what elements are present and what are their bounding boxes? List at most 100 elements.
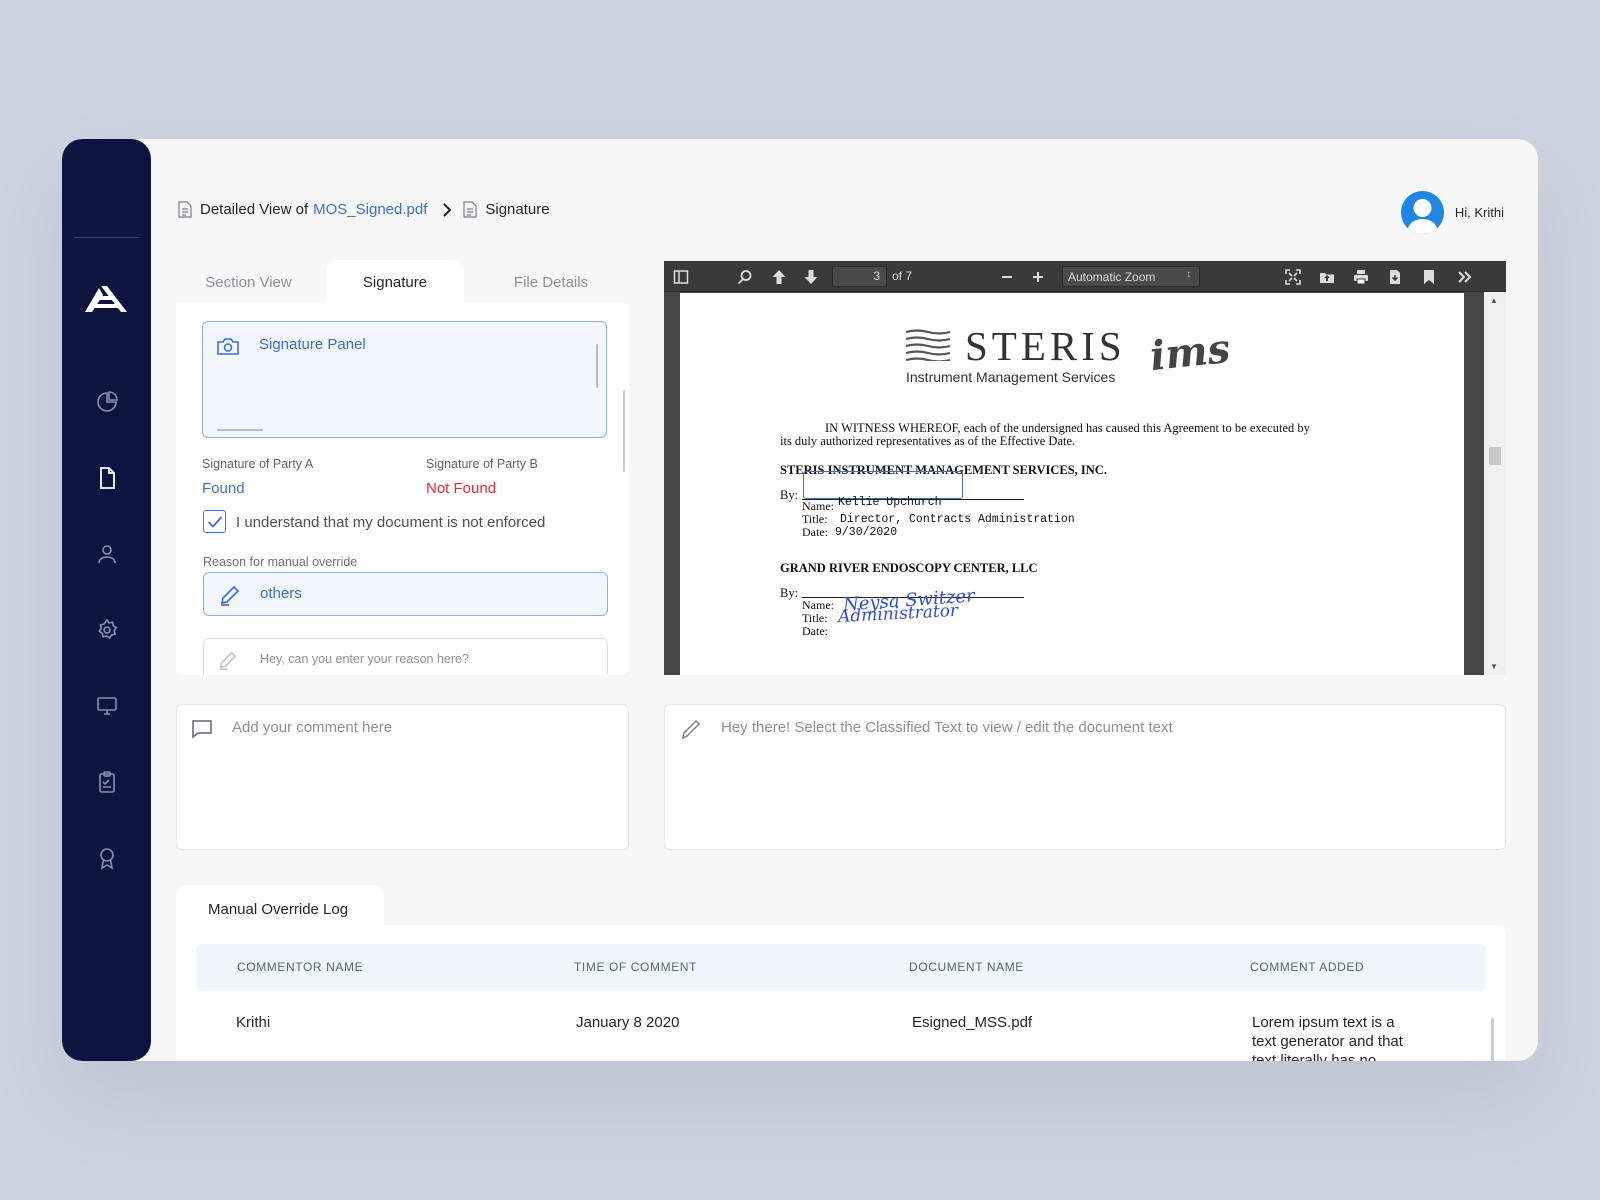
column-header-commentor[interactable]: COMMENTOR NAME (237, 960, 363, 974)
document-text-editor[interactable]: Hey there! Select the Classified Text to… (664, 704, 1506, 850)
bookmark-button[interactable] (1420, 268, 1438, 286)
page-count: of 7 (892, 269, 913, 283)
column-header-comment[interactable]: COMMENT ADDED (1250, 960, 1364, 974)
party-b-status: Not Found (426, 480, 497, 497)
sidebar-item-users[interactable] (94, 541, 120, 567)
avatar[interactable] (1400, 191, 1444, 234)
party-1-name: Kellie Upchurch (838, 496, 942, 509)
open-folder-icon (1320, 273, 1334, 283)
next-page-button[interactable] (802, 268, 820, 286)
zoom-select[interactable]: Automatic Zoom ↕ (1062, 266, 1200, 287)
download-button[interactable] (1386, 268, 1404, 286)
award-icon (100, 848, 114, 870)
scroll-down-icon[interactable]: ▼ (1490, 662, 1498, 671)
breadcrumb-prefix: Detailed View of (200, 201, 309, 218)
app-window: Detailed View of MOS_Signed.pdf Signatur… (62, 139, 1538, 1061)
party-1-by-label: By: (780, 488, 799, 502)
view-tabs: Section View Signature File Details (176, 260, 629, 304)
log-scrollbar[interactable] (1491, 1018, 1494, 1061)
pdf-scroll-thumb[interactable] (1489, 447, 1501, 465)
document-icon (463, 201, 477, 218)
override-log-table: COMMENTOR NAME TIME OF COMMENT DOCUMENT … (176, 925, 1506, 1061)
signature-panel-title: Signature Panel (259, 336, 366, 353)
cell-time: January 8 2020 (576, 1014, 680, 1031)
comment-icon (192, 720, 212, 739)
signature-panel-hscrollbar[interactable] (217, 428, 263, 431)
reason-select[interactable]: others (203, 572, 608, 616)
signature-panel-container: Signature Panel Signature of Party A Fou… (176, 302, 629, 675)
tab-section-view[interactable]: Section View (176, 260, 321, 304)
party-b-label: Signature of Party B (426, 457, 538, 471)
pie-chart-icon (97, 391, 118, 412)
sidebar (62, 139, 151, 1061)
presentation-mode-button[interactable] (1284, 268, 1302, 286)
reason-input[interactable]: Hey, can you enter your reason here? (203, 638, 608, 675)
previous-page-button[interactable] (770, 268, 788, 286)
ims-logo-script: ims (1147, 324, 1233, 381)
not-enforced-checkbox[interactable] (203, 510, 226, 533)
sidebar-item-settings[interactable] (94, 617, 120, 643)
pdf-scrollbar[interactable]: ▲ ▼ (1484, 292, 1506, 675)
document-icon (178, 201, 192, 218)
camera-icon (217, 338, 239, 355)
monitor-icon (97, 697, 117, 715)
chevron-right-icon (443, 202, 452, 217)
tab-file-details[interactable]: File Details (476, 260, 626, 304)
zoom-in-button[interactable] (1029, 268, 1047, 286)
clipboard-icon (99, 771, 115, 793)
app-logo[interactable] (83, 282, 131, 316)
cell-comment-line-2: text generator and that (1252, 1033, 1403, 1050)
override-log-tab[interactable]: Manual Override Log (176, 885, 384, 929)
party-2-date-label: Date: (802, 624, 828, 638)
tools-button[interactable] (1456, 268, 1474, 286)
cell-comment-line-1: Lorem ipsum text is a (1252, 1014, 1395, 1031)
column-header-time[interactable]: TIME OF COMMENT (574, 960, 697, 974)
editor-placeholder: Hey there! Select the Classified Text to… (721, 719, 1173, 736)
search-icon (737, 270, 752, 285)
download-icon (1390, 270, 1400, 284)
minus-icon (1002, 276, 1012, 278)
pencil-icon (220, 585, 240, 606)
sidebar-item-analytics[interactable] (94, 389, 120, 415)
breadcrumb-file-link[interactable]: MOS_Signed.pdf (313, 201, 427, 218)
scroll-up-icon[interactable]: ▲ (1490, 296, 1498, 305)
party-1-title: Director, Contracts Administration (840, 513, 1075, 526)
sidebar-item-documents[interactable] (94, 465, 120, 491)
party-a-status: Found (202, 480, 245, 497)
steris-logo-lines-icon (905, 329, 951, 361)
open-file-button[interactable] (1318, 268, 1336, 286)
party-2-by-label: By: (780, 586, 799, 600)
checkmark-icon (207, 515, 222, 528)
page-number-input[interactable]: 3 (832, 266, 887, 287)
sidebar-divider (74, 237, 139, 238)
pdf-page: STERIS Instrument Management Services im… (680, 293, 1464, 675)
double-chevron-right-icon (1458, 271, 1472, 283)
cell-commentor: Krithi (236, 1014, 271, 1031)
tab-signature[interactable]: Signature (326, 260, 464, 304)
witness-line-2: its duly authorized representatives as o… (780, 434, 1076, 448)
sidebar-item-awards[interactable] (94, 845, 120, 871)
comment-input[interactable]: Add your comment here (176, 704, 629, 850)
steris-logo-subtitle: Instrument Management Services (906, 369, 1116, 385)
panel-scrollbar[interactable] (622, 390, 625, 472)
signature-panel[interactable]: Signature Panel (202, 321, 607, 438)
select-arrows-icon: ↕ (1186, 269, 1191, 280)
sidebar-item-monitor[interactable] (94, 693, 120, 719)
party-1-signature-field[interactable] (803, 471, 963, 499)
signature-panel-scrollbar[interactable] (595, 344, 598, 388)
print-icon (1354, 270, 1368, 285)
party-a-label: Signature of Party A (202, 457, 314, 471)
pdf-toolbar: 3 of 7 Automatic Zoom ↕ (664, 261, 1506, 292)
comment-placeholder: Add your comment here (232, 719, 393, 736)
gear-icon (98, 618, 118, 640)
find-button[interactable] (736, 268, 754, 286)
sidebar-toggle-icon (673, 270, 689, 284)
column-header-document[interactable]: DOCUMENT NAME (909, 960, 1024, 974)
zoom-out-button[interactable] (998, 268, 1016, 286)
bookmark-icon (1424, 270, 1434, 284)
sidebar-item-tasks[interactable] (94, 769, 120, 795)
arrow-up-icon (772, 270, 786, 284)
sidebar-toggle-button[interactable] (672, 268, 690, 286)
user-menu[interactable]: Hi, Krithi (1400, 191, 1504, 234)
print-button[interactable] (1352, 268, 1370, 286)
